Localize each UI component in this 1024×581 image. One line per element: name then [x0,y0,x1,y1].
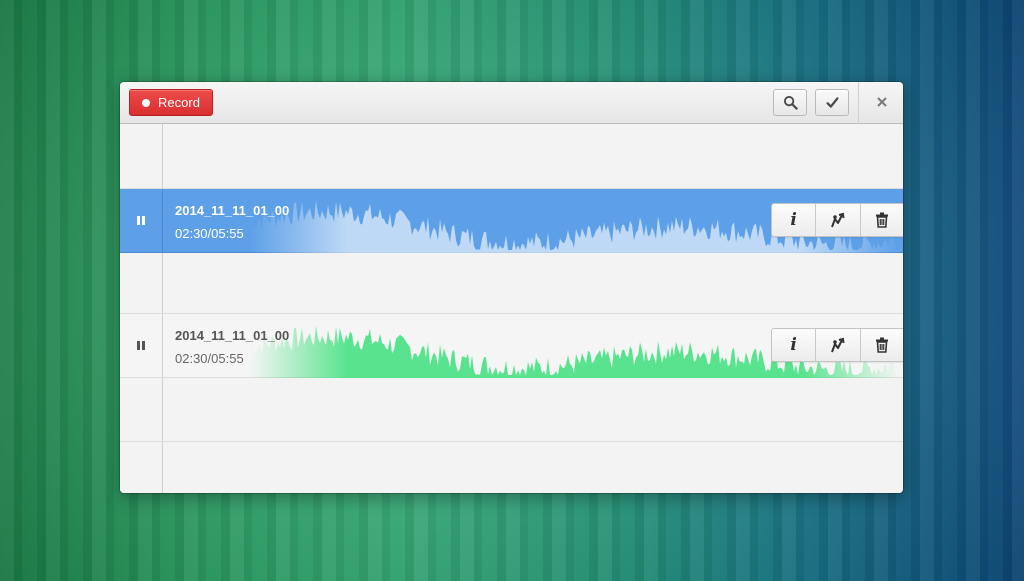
recording-time: 02:30/05:55 [175,226,244,241]
row-gutter [120,124,163,188]
recording-actions: i [771,203,903,237]
pause-icon [137,216,145,225]
recording-name: 2014_11_11_01_00 [175,203,290,218]
play-pause-button[interactable] [120,189,163,252]
empty-row [120,442,903,493]
close-icon [877,97,887,107]
delete-button[interactable] [861,329,903,361]
record-button[interactable]: Record [129,89,213,116]
record-dot-icon [142,98,151,107]
header-bar: Record [120,82,903,124]
empty-row [120,124,903,189]
info-button[interactable]: i [772,204,817,236]
checkmark-icon [825,97,839,108]
info-icon: i [790,210,797,230]
share-icon [831,337,845,353]
share-icon [831,212,845,228]
trash-icon [876,337,889,353]
close-button[interactable] [870,90,894,114]
play-pause-button[interactable] [120,314,163,377]
share-button[interactable] [816,204,861,236]
search-icon [783,95,798,110]
trash-icon [876,212,889,228]
pause-icon [137,341,145,350]
recorder-window: Record 2014_11_11_01_00 02:30/05:55 i 20… [120,82,903,493]
empty-row [120,253,903,314]
done-button[interactable] [815,89,849,116]
recording-time: 02:30/05:55 [175,351,244,366]
search-button[interactable] [773,89,807,116]
row-gutter [120,378,163,441]
recording-row[interactable]: 2014_11_11_01_00 02:30/05:55 i [120,189,903,253]
recording-row[interactable]: 2014_11_11_01_00 02:30/05:55 i [120,314,903,378]
info-icon: i [790,335,797,355]
info-button[interactable]: i [772,329,817,361]
delete-button[interactable] [861,204,903,236]
record-label: Record [158,95,200,110]
share-button[interactable] [816,329,861,361]
empty-row [120,378,903,442]
recording-name: 2014_11_11_01_00 [175,328,290,343]
header-separator [858,82,859,124]
recording-actions: i [771,328,903,362]
row-gutter [120,253,163,313]
row-gutter [120,442,163,493]
